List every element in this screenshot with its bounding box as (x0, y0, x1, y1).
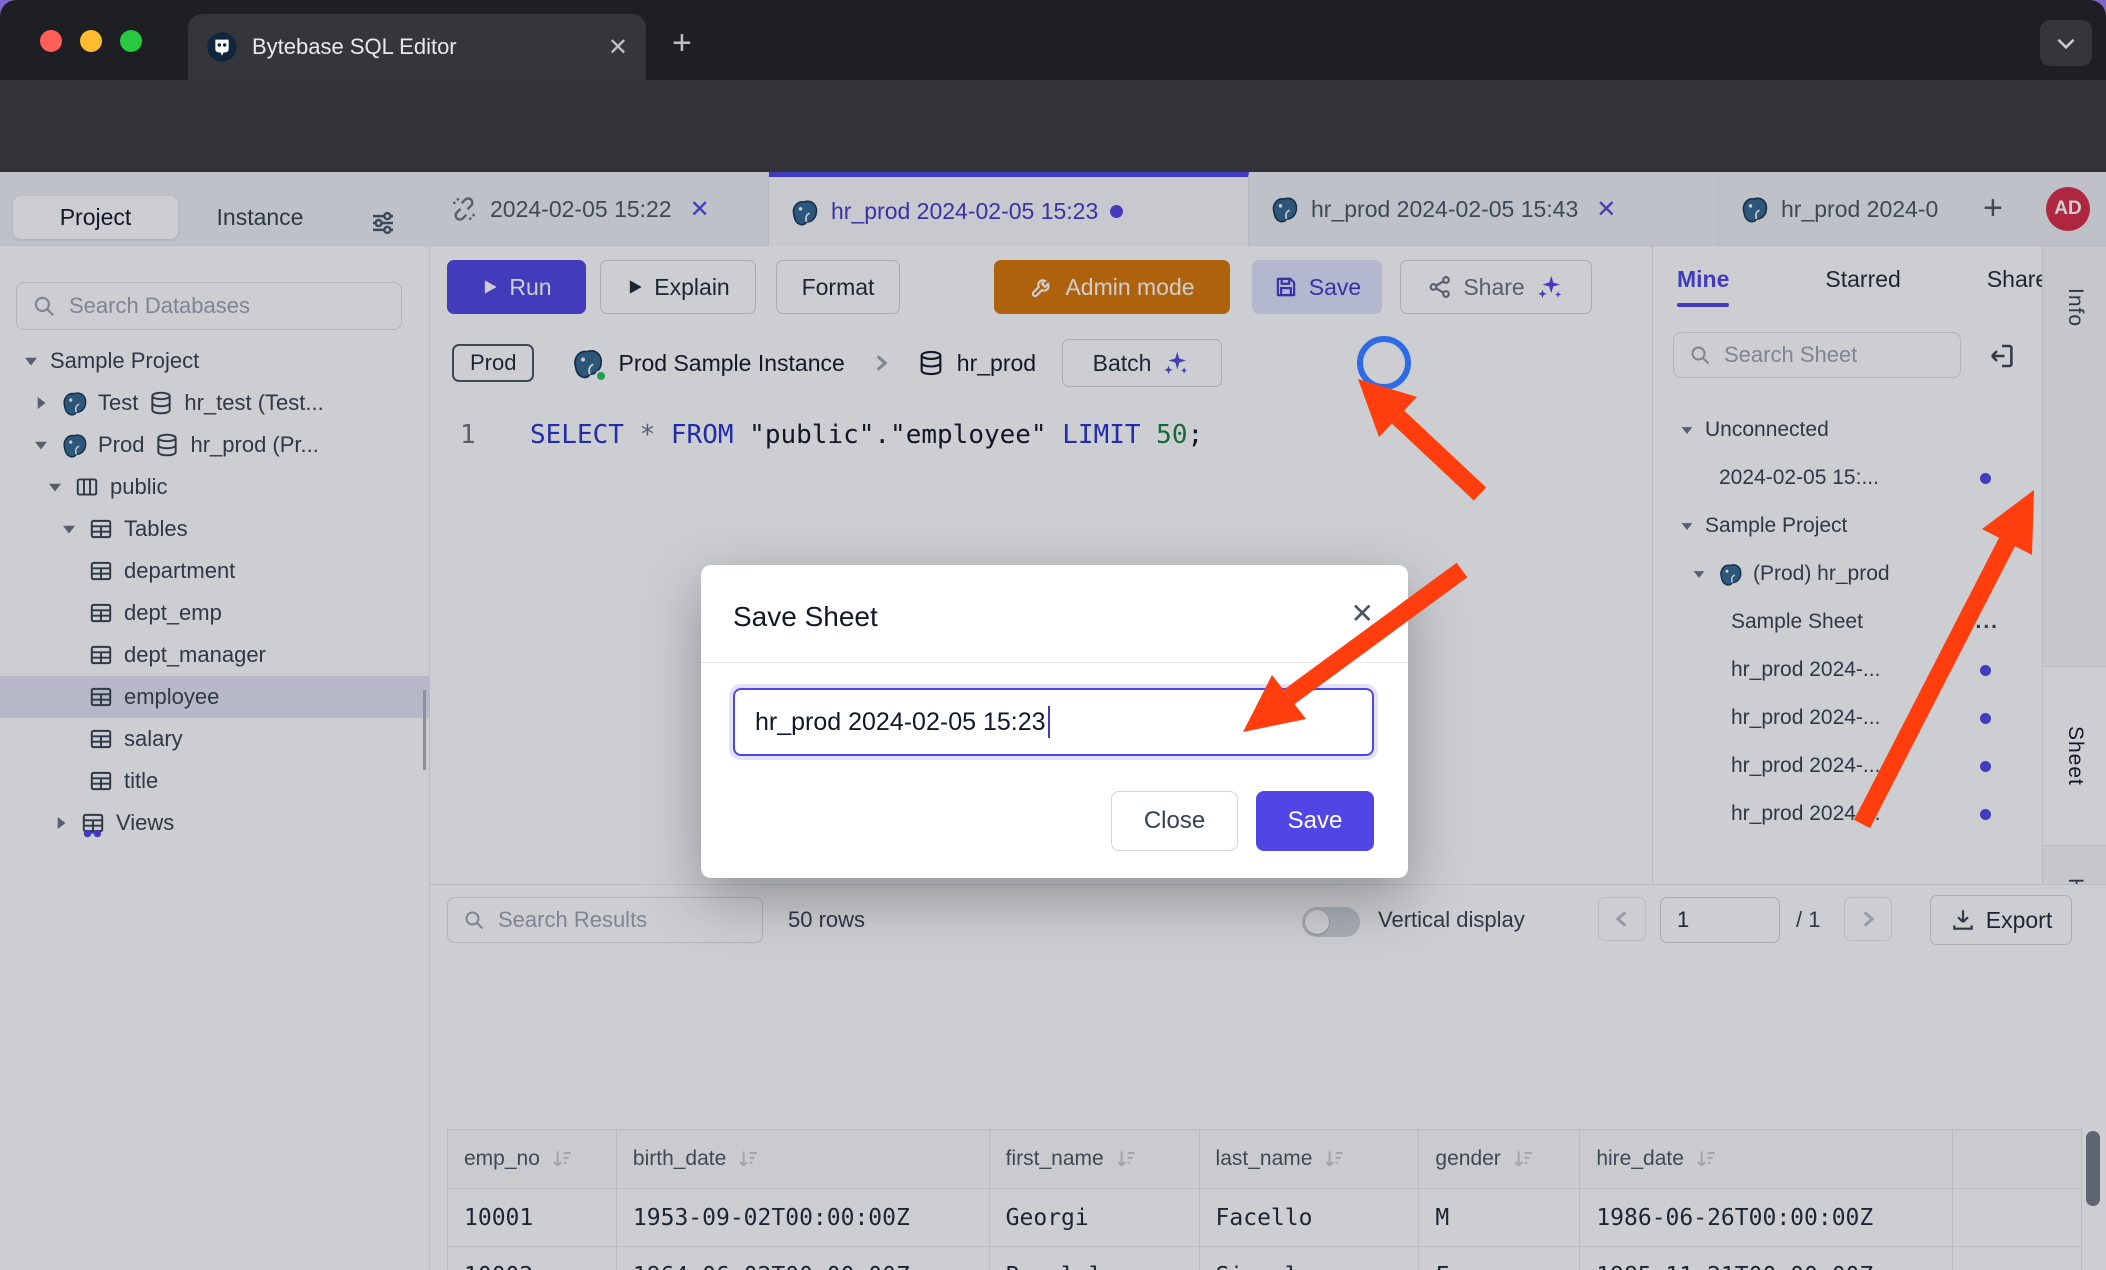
dialog-title: Save Sheet (733, 601, 878, 633)
browser-window: Bytebase SQL Editor ✕ + localhost:8080/s… (0, 0, 2106, 1270)
tab-search-chevron-icon[interactable] (2040, 20, 2092, 66)
dialog-close-icon[interactable]: ✕ (1351, 597, 1374, 630)
window-close-button[interactable] (40, 30, 62, 52)
browser-tab-title: Bytebase SQL Editor (252, 34, 594, 60)
sheet-name-input[interactable]: hr_prod 2024-02-05 15:23 (733, 688, 1374, 756)
browser-toolbar: localhost:8080/sql-editor/prod-sample-in… (0, 80, 2106, 172)
dialog-close-button[interactable]: Close (1111, 791, 1238, 851)
screen: Bytebase SQL Editor ✕ + localhost:8080/s… (0, 0, 2106, 1270)
text-caret (1048, 706, 1050, 738)
window-minimize-button[interactable] (80, 30, 102, 52)
browser-tab-strip: Bytebase SQL Editor ✕ + (0, 0, 2106, 80)
new-tab-button[interactable]: + (672, 26, 692, 60)
browser-tab[interactable]: Bytebase SQL Editor ✕ (188, 14, 646, 80)
bytebase-favicon-icon (206, 31, 238, 63)
save-sheet-dialog: Save Sheet ✕ hr_prod 2024-02-05 15:23 Cl… (701, 565, 1408, 878)
dialog-save-button[interactable]: Save (1256, 791, 1374, 851)
browser-tab-close-icon[interactable]: ✕ (608, 33, 628, 62)
window-zoom-button[interactable] (120, 30, 142, 52)
dialog-divider (701, 662, 1408, 663)
